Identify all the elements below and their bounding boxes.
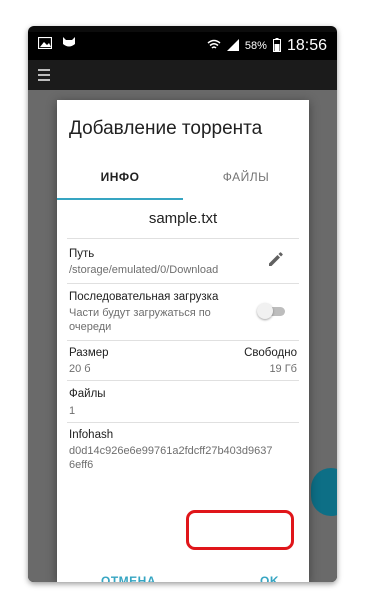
- toggle-thumb: [257, 303, 273, 319]
- divider: [67, 340, 299, 341]
- dialog-title: Добавление торрента: [69, 118, 263, 139]
- battery-icon: [272, 37, 281, 55]
- ok-button[interactable]: OK: [260, 574, 279, 582]
- size-label: Размер: [69, 347, 109, 359]
- wifi-icon: [207, 39, 221, 54]
- size-value: 20 б: [69, 363, 91, 375]
- cat-notification-icon: [62, 36, 76, 52]
- edit-path-icon[interactable]: [267, 250, 285, 268]
- divider: [67, 422, 299, 423]
- divider: [67, 283, 299, 284]
- path-label: Путь: [69, 248, 95, 260]
- active-tab-indicator: [57, 198, 183, 200]
- files-count: 1: [69, 405, 76, 417]
- divider: [67, 380, 299, 381]
- free-space-label: Свободно: [244, 347, 297, 359]
- battery-percent: 58%: [244, 40, 267, 52]
- screenshot-frame: 58% 18:56 Добавление торрента ИНФО ФАЙЛЫ…: [0, 0, 366, 600]
- app-background: Добавление торрента ИНФО ФАЙЛЫ sample.tx…: [28, 60, 337, 582]
- files-label: Файлы: [69, 388, 106, 400]
- tab-files[interactable]: ФАЙЛЫ: [183, 154, 309, 200]
- sequential-download-description: Части будут загружаться по: [69, 307, 211, 319]
- cancel-button[interactable]: ОТМЕНА: [101, 574, 156, 582]
- sequential-download-toggle[interactable]: [257, 303, 285, 319]
- divider: [67, 238, 299, 239]
- phone-screen: 58% 18:56 Добавление торрента ИНФО ФАЙЛЫ…: [28, 26, 337, 582]
- ok-button-highlight: [186, 510, 294, 550]
- path-value[interactable]: /storage/emulated/0/Download: [69, 264, 218, 276]
- menu-icon[interactable]: [36, 65, 58, 85]
- infohash-value: d0d14c926e6e99761a2fdcff27b403d9637: [69, 445, 273, 457]
- free-space-value: 19 Гб: [269, 363, 297, 375]
- dialog-tabs: ИНФО ФАЙЛЫ: [57, 154, 309, 200]
- status-bar: 58% 18:56: [28, 32, 337, 60]
- add-torrent-fab[interactable]: [311, 468, 337, 516]
- infohash-value-cont: 6eff6: [69, 459, 94, 471]
- app-toolbar: [28, 60, 337, 90]
- sequential-download-label: Последовательная загрузка: [69, 291, 219, 303]
- image-notification-icon: [37, 36, 53, 52]
- sequential-download-description-cont: очереди: [69, 321, 112, 333]
- signal-icon: [226, 38, 239, 54]
- status-time: 18:56: [286, 37, 327, 54]
- tab-info[interactable]: ИНФО: [57, 154, 183, 200]
- infohash-label: Infohash: [69, 429, 114, 441]
- torrent-filename: sample.txt: [148, 210, 218, 227]
